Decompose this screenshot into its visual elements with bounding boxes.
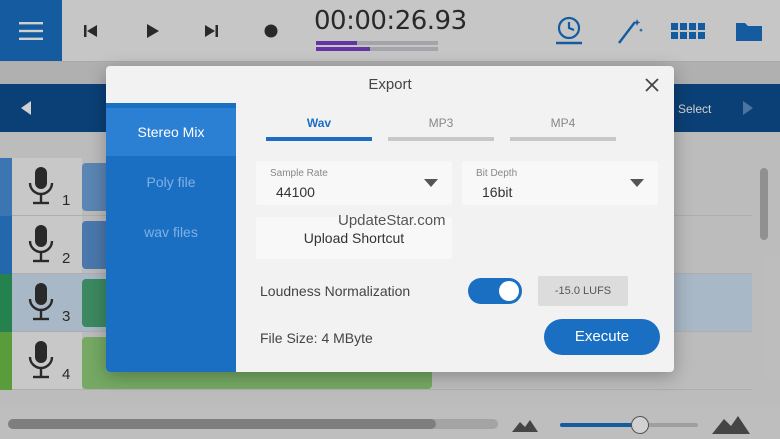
- lufs-value[interactable]: -15.0 LUFS: [538, 276, 628, 306]
- dropdown-label: Sample Rate: [270, 168, 328, 179]
- dropdown-value: 44100: [276, 184, 315, 200]
- sidebar-item-wav-files[interactable]: wav files: [106, 208, 236, 256]
- export-settings: Sample Rate 44100 Bit Depth 16bit Upload…: [236, 66, 674, 372]
- watermark-text: UpdateStar.com: [338, 212, 446, 229]
- toggle-knob: [499, 281, 519, 301]
- bit-depth-dropdown[interactable]: Bit Depth 16bit: [462, 161, 658, 205]
- loudness-normalization-label: Loudness Normalization: [260, 283, 411, 299]
- sidebar-item-poly-file[interactable]: Poly file: [106, 158, 236, 206]
- dropdown-label: Bit Depth: [476, 168, 518, 179]
- caret-down-icon: [630, 179, 644, 187]
- caret-down-icon: [424, 179, 438, 187]
- execute-button[interactable]: Execute: [544, 319, 660, 355]
- export-type-sidebar: Stereo Mix Poly file wav files: [106, 103, 236, 372]
- loudness-toggle[interactable]: [468, 278, 522, 304]
- sample-rate-dropdown[interactable]: Sample Rate 44100: [256, 161, 452, 205]
- file-size-label: File Size: 4 MByte: [260, 330, 373, 346]
- dropdown-value: 16bit: [482, 184, 513, 200]
- sidebar-item-stereo-mix[interactable]: Stereo Mix: [106, 108, 236, 156]
- export-dialog: Export Stereo Mix Poly file wav files Wa…: [106, 66, 674, 372]
